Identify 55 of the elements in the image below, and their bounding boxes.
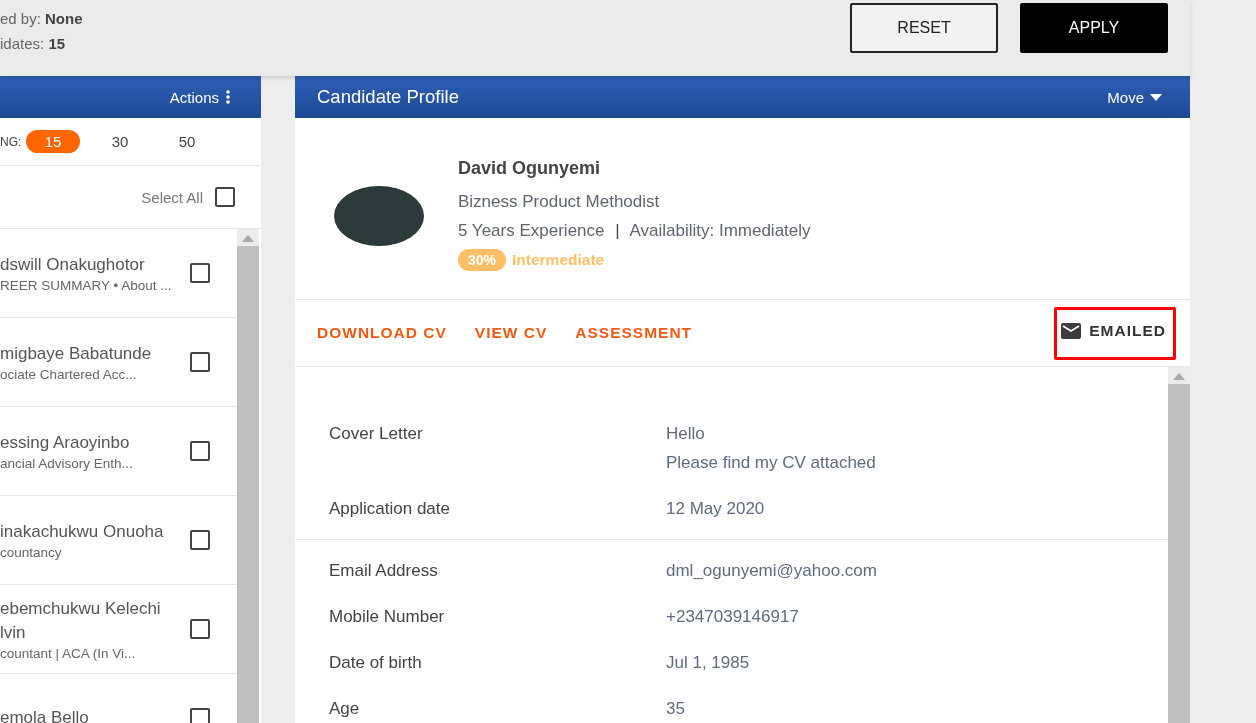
candidate-name[interactable]: dswill Onakughotor: [0, 253, 175, 277]
candidate-name[interactable]: inakachukwu Onuoha: [0, 520, 175, 544]
experience-text: 5 Years Experience: [458, 221, 605, 240]
filter-summary-text: idates: 15: [0, 34, 67, 54]
candidate-name: David Ogunyemi: [458, 158, 602, 179]
candidate-checkbox[interactable]: [190, 530, 210, 550]
candidate-summary: ancial Advisory Enth...: [0, 456, 134, 471]
detail-label: Date of birth: [329, 652, 423, 674]
candidate-summary: ociate Chartered Acc...: [0, 367, 138, 382]
page-size-option[interactable]: 30: [93, 130, 147, 153]
candidate-summary: countancy: [0, 545, 63, 560]
candidate-checkbox[interactable]: [190, 619, 210, 639]
filter-summary-text: ed by: None: [0, 9, 83, 29]
caret-icon: [1150, 93, 1162, 101]
apply-button[interactable]: APPLY: [1020, 3, 1168, 53]
detail-label: Age: [329, 698, 361, 720]
candidate-summary: countant | ACA (In Vi...: [0, 646, 137, 661]
availability-text: Availability: Immediately: [629, 221, 811, 240]
panel-title: Candidate Profile: [317, 86, 459, 108]
detail-value: dml_ogunyemi@yahoo.com: [666, 560, 877, 582]
candidate-checkbox[interactable]: [190, 441, 210, 461]
select-all-label: Select All: [141, 188, 203, 206]
page-size-label: NG:: [0, 134, 23, 149]
detail-value: Hello: [666, 423, 706, 445]
candidate-checkbox[interactable]: [190, 263, 210, 283]
page-size-option[interactable]: 50: [160, 130, 214, 153]
detail-label: Application date: [329, 498, 451, 520]
emailed-status: EMAILED: [1054, 306, 1176, 360]
detail-value: Please find my CV attached: [666, 452, 876, 474]
candidate-name[interactable]: emola Bello: [0, 706, 175, 723]
candidate-name[interactable]: migbaye Babatunde: [0, 342, 175, 366]
candidate-name[interactable]: ebemchukwu Kelechi lvin: [0, 597, 175, 645]
select-all-checkbox[interactable]: [215, 187, 235, 207]
detail-label: Email Address: [329, 560, 439, 582]
candidate-summary: REER SUMMARY • About ...: [0, 278, 173, 293]
detail-value: +2347039146917: [666, 606, 799, 628]
mail-icon: [1061, 322, 1082, 339]
scrollbar-thumb[interactable]: [1168, 384, 1190, 723]
scrollbar-thumb[interactable]: [237, 246, 259, 723]
actions-menu-button[interactable]: Actions: [169, 88, 231, 106]
candidate-checkbox[interactable]: [190, 708, 210, 723]
detail-value: 35: [666, 698, 685, 720]
detail-value: Jul 1, 1985: [666, 652, 750, 674]
detail-label: Cover Letter: [329, 423, 424, 445]
candidate-name[interactable]: essing Araoyinbo: [0, 431, 175, 455]
more-vertical-icon: [225, 89, 231, 105]
separator: |: [615, 221, 620, 240]
detail-value: 12 May 2020: [666, 498, 765, 520]
score-level: Intermediate: [512, 251, 605, 269]
score-badge: 30%: [458, 249, 507, 271]
candidate-checkbox[interactable]: [190, 352, 210, 372]
move-dropdown[interactable]: Move: [1107, 88, 1162, 106]
detail-label: Mobile Number: [329, 606, 446, 628]
reset-button[interactable]: RESET: [850, 3, 998, 53]
job-title: Bizness Product Methodist: [458, 191, 661, 213]
